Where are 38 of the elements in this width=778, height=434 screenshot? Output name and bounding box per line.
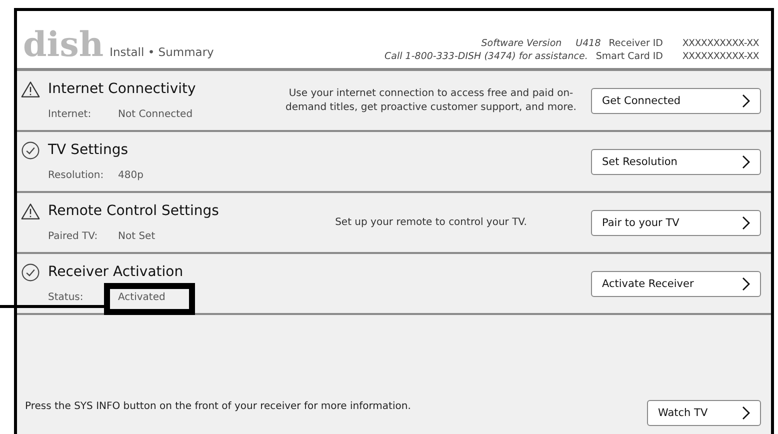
support-phone-text: Call 1-800-333-DISH (3474) for assistance. <box>384 51 588 62</box>
section-title: Internet Connectivity <box>48 81 196 98</box>
watch-tv-button[interactable]: Watch TV <box>647 400 761 426</box>
field-value: Activated <box>118 292 166 303</box>
action-button[interactable]: Set Resolution <box>591 148 761 174</box>
chevron-icon <box>742 216 750 230</box>
action-button[interactable]: Activate Receiver <box>591 270 761 296</box>
field-label: Internet: <box>48 109 92 121</box>
field-value: 480p <box>118 170 144 181</box>
software-version: U418 <box>576 38 601 49</box>
chevron-icon <box>742 94 750 108</box>
check-circle-icon <box>21 263 40 282</box>
logo: dish <box>23 28 104 62</box>
receiver-id: XXXXXXXXXX-XX <box>681 38 759 49</box>
field-value: Not Connected <box>118 109 193 120</box>
section-title: TV Settings <box>48 142 128 159</box>
software-version-label: Software Version <box>481 38 562 49</box>
field-value: Not Set <box>118 231 156 242</box>
action-button[interactable]: Get Connected <box>591 88 761 114</box>
section-title: Receiver Activation <box>48 264 184 281</box>
field-label: Status: <box>48 292 84 304</box>
section-description: Set up your remote to control your TV. <box>334 216 528 230</box>
breadcrumb: Install • Summary <box>110 45 214 59</box>
field-label: Paired TV: <box>48 231 99 243</box>
action-button[interactable]: Pair to your TV <box>591 210 761 236</box>
warning-icon <box>21 202 40 221</box>
smart-card-id: XXXXXXXXXX-XX <box>681 51 759 62</box>
field-label: Resolution: <box>48 170 105 182</box>
section-description: Use your internet connection to access free and paid on-demand titles, get proactive customer support, and more. <box>284 87 578 114</box>
chevron-icon <box>742 276 750 290</box>
warning-icon <box>21 80 40 99</box>
section-title: Remote Control Settings <box>48 203 219 220</box>
chevron-icon <box>742 154 750 168</box>
chevron-icon <box>742 406 750 420</box>
info-message: Press the SYS INFO button on the front of your receiver for more information. <box>25 401 411 412</box>
receiver-id-label: Receiver ID <box>608 38 663 49</box>
check-circle-icon <box>21 141 40 160</box>
smart-card-id-label: Smart Card ID <box>596 51 663 62</box>
